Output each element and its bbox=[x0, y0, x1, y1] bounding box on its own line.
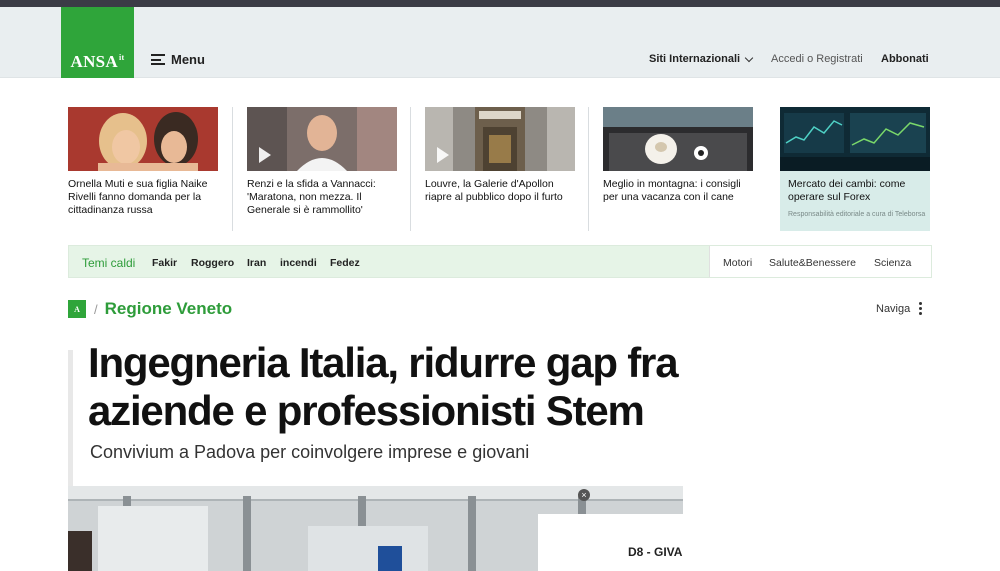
naviga-button[interactable]: Naviga bbox=[876, 302, 923, 315]
play-icon bbox=[437, 147, 449, 163]
siti-label: Siti Internazionali bbox=[649, 53, 741, 65]
breadcrumb-separator: / bbox=[94, 301, 98, 317]
card-image bbox=[425, 107, 575, 171]
category-link[interactable]: Motori bbox=[723, 257, 752, 269]
section-breadcrumb: A / Regione Veneto bbox=[68, 299, 232, 319]
more-vertical-icon bbox=[919, 302, 923, 315]
siti-internazionali-dropdown[interactable]: Siti Internazionali bbox=[649, 53, 754, 65]
topic-link[interactable]: Fakir bbox=[152, 257, 177, 269]
card-title: Meglio in montagna: i consigli per una v… bbox=[603, 178, 741, 203]
card-image bbox=[68, 107, 218, 171]
subscribe-link[interactable]: Abbonati bbox=[881, 53, 929, 65]
card-title: Ornella Muti e sua figlia Naike Rivelli … bbox=[68, 178, 208, 216]
top-strip bbox=[0, 0, 1000, 7]
headline-accent-bar bbox=[68, 350, 73, 490]
card-image bbox=[780, 107, 930, 171]
category-links: Motori Salute&Benessere Scienza bbox=[709, 246, 931, 277]
ansa-logo[interactable]: ANSAit bbox=[61, 7, 134, 78]
close-icon[interactable]: × bbox=[578, 489, 590, 501]
photo-sign-text: D8 - GIVA bbox=[628, 545, 683, 559]
card-image bbox=[603, 107, 753, 171]
hot-topics-label: Temi caldi bbox=[82, 256, 136, 270]
news-card[interactable]: Meglio in montagna: i consigli per una v… bbox=[588, 107, 766, 231]
menu-button[interactable]: Menu bbox=[151, 52, 205, 67]
article-headline: Ingegneria Italia, ridurre gap fra azien… bbox=[88, 339, 679, 434]
topic-link[interactable]: Roggero bbox=[191, 257, 234, 269]
card-image bbox=[247, 107, 397, 171]
section-title[interactable]: Regione Veneto bbox=[105, 299, 233, 319]
sponsored-card[interactable]: Mercato dei cambi: come operare sul Fore… bbox=[780, 107, 930, 231]
topic-link[interactable]: Iran bbox=[247, 257, 266, 269]
news-card[interactable]: Renzi e la sfida a Vannacci: 'Maratona, … bbox=[232, 107, 410, 231]
card-title: Mercato dei cambi: come operare sul Fore… bbox=[788, 178, 906, 203]
topic-link[interactable]: incendi bbox=[280, 257, 317, 269]
sponsor-note: Responsabilità editoriale a cura di Tele… bbox=[788, 211, 926, 218]
article-hero-image: D8 - GIVA bbox=[68, 486, 683, 571]
naviga-label: Naviga bbox=[876, 302, 911, 315]
card-title: Louvre, la Galerie d'Apollon riapre al p… bbox=[425, 178, 563, 203]
ansa-small-logo[interactable]: A bbox=[68, 300, 86, 318]
site-header: ANSAit Menu Siti Internazionali Accedi o… bbox=[0, 7, 1000, 78]
category-link[interactable]: Scienza bbox=[874, 257, 911, 269]
category-link[interactable]: Salute&Benessere bbox=[769, 257, 856, 269]
news-card[interactable]: Ornella Muti e sua figlia Naike Rivelli … bbox=[68, 107, 232, 231]
topic-link[interactable]: Fedez bbox=[330, 257, 360, 269]
article-subheadline: Convivium a Padova per coinvolgere impre… bbox=[90, 442, 530, 462]
login-link[interactable]: Accedi o Registrati bbox=[771, 53, 863, 65]
news-card[interactable]: Louvre, la Galerie d'Apollon riapre al p… bbox=[410, 107, 588, 231]
news-cards-strip: Ornella Muti e sua figlia Naike Rivelli … bbox=[68, 107, 932, 231]
play-icon bbox=[259, 147, 271, 163]
logo-text: ANSAit bbox=[70, 52, 125, 71]
card-title: Renzi e la sfida a Vannacci: 'Maratona, … bbox=[247, 178, 376, 216]
topics-bar: Temi caldi Fakir Roggero Iran incendi Fe… bbox=[68, 245, 932, 278]
menu-label: Menu bbox=[171, 52, 205, 67]
chevron-down-icon bbox=[744, 53, 754, 62]
hamburger-icon bbox=[151, 54, 165, 65]
